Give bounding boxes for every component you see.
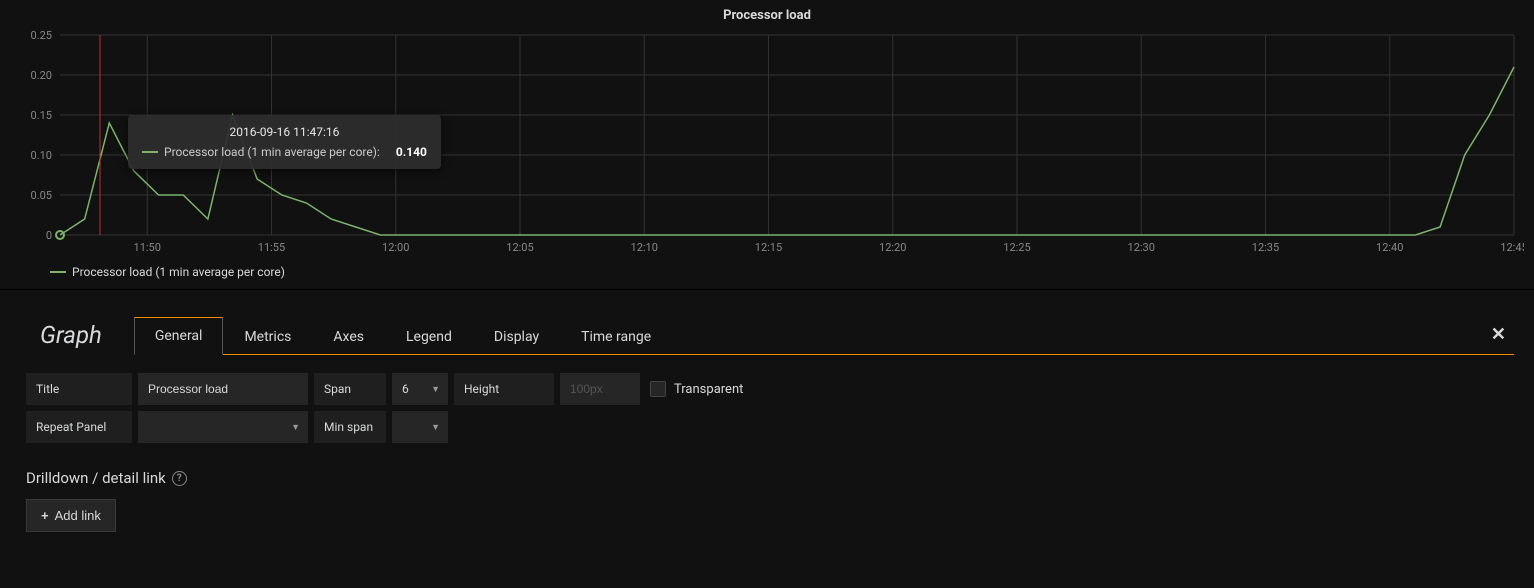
tab-general[interactable]: General <box>134 317 224 355</box>
title-input[interactable] <box>138 373 308 405</box>
editor-title: Graph <box>40 321 102 355</box>
svg-text:12:20: 12:20 <box>879 241 906 254</box>
svg-text:0.20: 0.20 <box>31 69 52 82</box>
svg-text:12:30: 12:30 <box>1128 241 1155 254</box>
transparent-checkbox-wrap[interactable]: Transparent <box>646 373 747 405</box>
chart-title: Processor load <box>10 8 1524 23</box>
svg-text:11:55: 11:55 <box>258 241 285 254</box>
svg-text:0.10: 0.10 <box>31 149 52 162</box>
legend-swatch <box>50 271 66 273</box>
tab-axes[interactable]: Axes <box>312 318 385 355</box>
span-select[interactable]: 6 ▼ <box>392 373 448 405</box>
svg-text:11:50: 11:50 <box>134 241 161 254</box>
chart-panel: Processor load 0 0.05 0.10 0.15 0.20 0.25 11:5… <box>0 0 1534 289</box>
svg-text:12:10: 12:10 <box>631 241 658 254</box>
height-label: Height <box>454 373 554 405</box>
chart-plot-area[interactable]: 0 0.05 0.10 0.15 0.20 0.25 11:50 11:55 12:00 12:0… <box>10 29 1524 289</box>
height-input[interactable] <box>560 373 640 405</box>
repeat-panel-label: Repeat Panel <box>26 411 132 443</box>
chart-legend[interactable]: Processor load (1 min average per core) <box>10 259 1524 289</box>
svg-text:12:45: 12:45 <box>1500 241 1524 254</box>
chevron-down-icon: ▼ <box>431 422 440 433</box>
svg-text:0.15: 0.15 <box>31 109 52 122</box>
svg-text:0.05: 0.05 <box>31 189 52 202</box>
svg-text:0: 0 <box>46 229 52 242</box>
add-link-label: Add link <box>55 508 101 523</box>
tab-display[interactable]: Display <box>473 318 560 355</box>
drilldown-heading: Drilldown / detail link ? <box>26 469 1508 487</box>
svg-text:12:05: 12:05 <box>506 241 533 254</box>
title-label: Title <box>26 373 132 405</box>
svg-text:0.25: 0.25 <box>31 29 52 42</box>
add-link-button[interactable]: + Add link <box>26 499 116 532</box>
tab-legend[interactable]: Legend <box>385 318 473 355</box>
chevron-down-icon: ▼ <box>431 384 440 395</box>
editor-tabs: GeneralMetricsAxesLegendDisplayTime rang… <box>134 316 1514 355</box>
span-label: Span <box>314 373 386 405</box>
min-span-select[interactable]: ▼ <box>392 411 448 443</box>
min-span-label: Min span <box>314 411 386 443</box>
tab-time-range[interactable]: Time range <box>560 318 672 355</box>
transparent-checkbox[interactable] <box>650 381 666 397</box>
svg-text:12:40: 12:40 <box>1376 241 1403 254</box>
transparent-label: Transparent <box>674 382 743 397</box>
repeat-panel-select[interactable]: ▼ <box>138 411 308 443</box>
svg-text:12:35: 12:35 <box>1252 241 1279 254</box>
span-value: 6 <box>402 382 409 396</box>
close-icon[interactable]: ✕ <box>1491 324 1506 345</box>
legend-label: Processor load (1 min average per core) <box>72 265 285 279</box>
help-icon[interactable]: ? <box>172 471 187 486</box>
general-form: Title Span 6 ▼ Height Transparent Repeat… <box>20 355 1514 532</box>
svg-text:12:25: 12:25 <box>1003 241 1030 254</box>
panel-editor: ✕ Graph GeneralMetricsAxesLegendDisplayT… <box>0 289 1534 552</box>
plus-icon: + <box>41 508 49 523</box>
chevron-down-icon: ▼ <box>291 422 300 433</box>
chart-svg[interactable]: 0 0.05 0.10 0.15 0.20 0.25 11:50 11:55 12:00 12:0… <box>10 29 1524 259</box>
svg-text:12:00: 12:00 <box>382 241 409 254</box>
svg-text:12:15: 12:15 <box>755 241 782 254</box>
tab-metrics[interactable]: Metrics <box>223 318 312 355</box>
